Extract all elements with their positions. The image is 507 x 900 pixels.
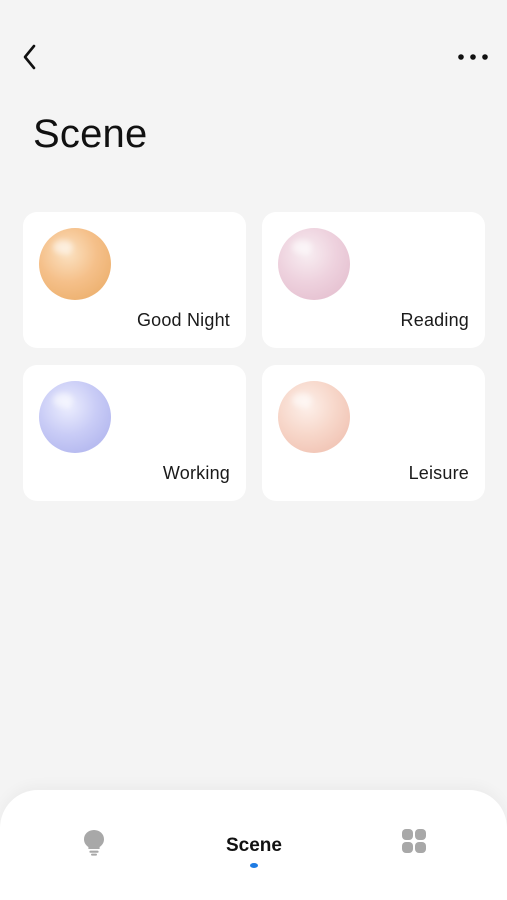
scene-card-reading[interactable]: Reading	[262, 212, 485, 348]
bottom-tab-bar: Scene	[0, 790, 507, 900]
lightbulb-icon	[84, 830, 104, 856]
scene-label: Working	[162, 463, 230, 483]
tab-light[interactable]	[74, 828, 114, 868]
scene-orb-icon	[39, 381, 111, 453]
scene-orb-icon	[39, 228, 111, 300]
scene-label: Leisure	[408, 463, 469, 483]
chevron-left-icon	[23, 44, 36, 70]
page-title: Scene	[33, 112, 148, 156]
more-horizontal-icon	[458, 54, 488, 60]
scene-orb-icon	[278, 381, 350, 453]
tab-scene[interactable]: Scene	[213, 828, 295, 868]
top-bar	[0, 0, 507, 110]
more-options-button[interactable]	[453, 42, 493, 72]
scene-grid: Good Night Reading Working Leisure	[23, 212, 486, 501]
grid-icon	[402, 829, 426, 853]
scene-label: Good Night	[136, 310, 230, 330]
scene-card-working[interactable]: Working	[23, 365, 246, 501]
tab-apps[interactable]	[394, 828, 434, 868]
back-button[interactable]	[14, 40, 46, 74]
active-tab-indicator	[250, 863, 258, 868]
scene-orb-icon	[278, 228, 350, 300]
scene-card-leisure[interactable]: Leisure	[262, 365, 485, 501]
scene-label: Reading	[400, 310, 469, 330]
tab-scene-label: Scene	[226, 835, 282, 856]
scene-card-good-night[interactable]: Good Night	[23, 212, 246, 348]
